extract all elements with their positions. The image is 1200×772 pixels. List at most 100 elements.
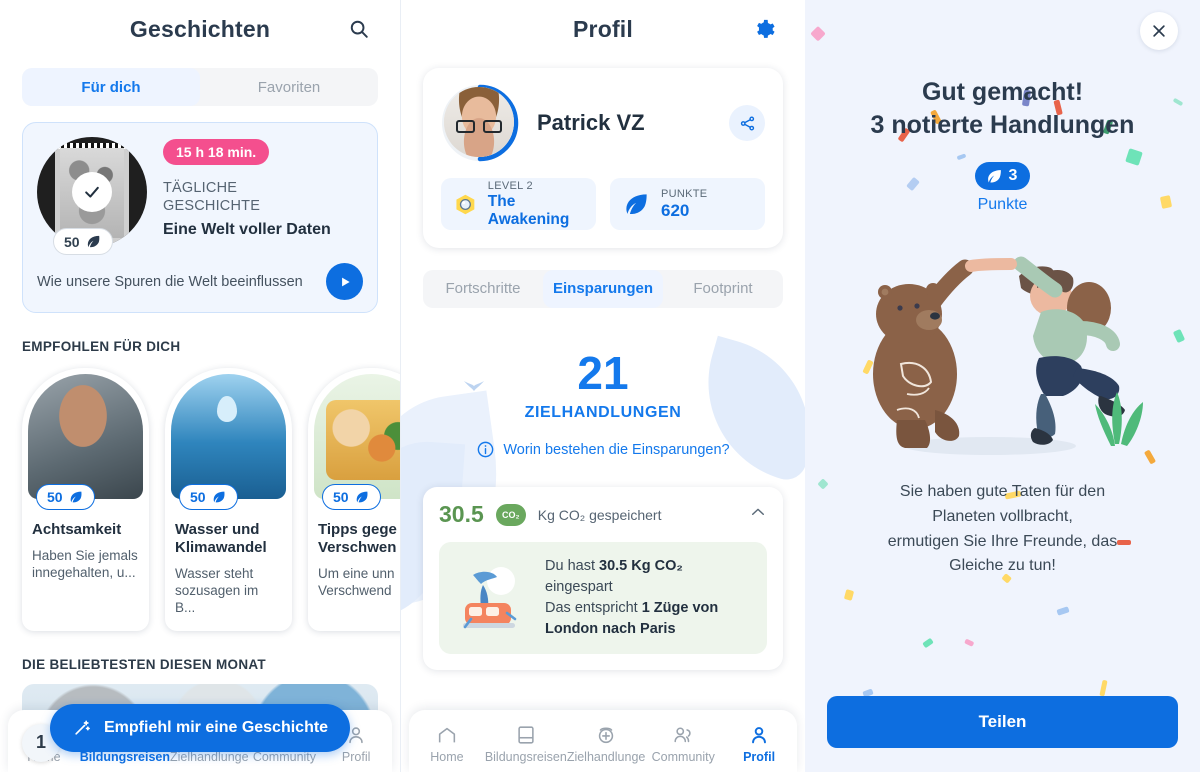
tab-bildungsreisen[interactable]: Bildungsreisen xyxy=(485,724,567,764)
co2-line2-pre: Das entspricht xyxy=(545,600,642,617)
daily-story-card[interactable]: 50 15 h 18 min. TÄGLICHE GESCHICHTE Eine… xyxy=(22,122,378,313)
co2-detail-line-1: Du hast 30.5 Kg CO₂ eingespart xyxy=(545,556,751,598)
page-title: Geschichten xyxy=(129,15,271,42)
savings-value: 21 xyxy=(577,347,629,399)
recommendation-points-value: 50 xyxy=(47,489,63,505)
tab-fuer-dich[interactable]: Für dich xyxy=(22,68,200,106)
tab-zielhandlungen-label: Zielhandlunge xyxy=(566,750,646,764)
recommendation-points-value: 50 xyxy=(333,489,349,505)
recommendation-desc: Wasser steht sozusagen im B... xyxy=(175,566,259,615)
co2-line1-bold: 30.5 Kg CO₂ xyxy=(599,558,683,574)
train-illustration xyxy=(455,561,531,635)
recommendation-title: Achtsamkeit xyxy=(32,521,122,538)
daily-story-bottom: Wie unsere Spuren die Welt beeinflussen xyxy=(37,263,363,300)
share-button[interactable]: Teilen xyxy=(827,696,1178,748)
tab-bildungsreisen-label: Bildungsreisen xyxy=(79,750,171,764)
story-points-badge: 50 xyxy=(53,228,113,255)
recommendation-image xyxy=(171,374,286,499)
leaf-icon xyxy=(626,193,647,214)
recommendation-points-badge: 50 xyxy=(322,484,381,510)
tab-community-label: Community xyxy=(651,750,715,764)
celebration-points-value: 3 xyxy=(1008,167,1018,184)
points-stat[interactable]: PUNKTE 620 xyxy=(610,178,765,230)
story-points-value: 50 xyxy=(64,233,80,250)
daily-story-thumbnail-wrap: 50 xyxy=(37,137,147,255)
story-subtitle: Wie unsere Spuren die Welt beeinflussen xyxy=(37,273,303,290)
celebration-title-line1: Gut gemacht! xyxy=(921,78,1084,106)
user-name: Patrick VZ xyxy=(537,110,645,135)
recommend-story-label: Empfiehl mir eine Geschichte xyxy=(104,718,329,736)
daily-story-meta: 15 h 18 min. TÄGLICHE GESCHICHTE Eine We… xyxy=(163,137,363,247)
celebration-points-label: Punkte xyxy=(977,196,1028,213)
celebration-body-text: Sie haben gute Taten für den Planeten vo… xyxy=(839,480,1166,579)
recommended-heading: EMPFOHLEN FÜR DICH xyxy=(22,339,181,354)
avatar-glasses xyxy=(456,120,502,133)
leaf-icon xyxy=(356,491,368,503)
chevron-up-icon[interactable] xyxy=(749,503,767,526)
leaf-icon xyxy=(87,235,99,248)
share-icon[interactable] xyxy=(729,105,765,141)
tab-fortschritte[interactable]: Fortschritte xyxy=(423,270,543,308)
tab-profil[interactable]: Profil xyxy=(721,724,797,764)
tab-favoriten[interactable]: Favoriten xyxy=(200,68,378,106)
co2-detail-text: Du hast 30.5 Kg CO₂ eingespart Das entsp… xyxy=(545,556,751,640)
celebration-panel: Gut gemacht! 3 notierte Handlungen 3 Pun… xyxy=(805,0,1200,772)
tab-home-label: Home xyxy=(430,750,464,764)
tab-community[interactable]: Community xyxy=(645,724,721,764)
person-icon xyxy=(752,727,766,744)
story-time-badge: 15 h 18 min. xyxy=(163,139,270,165)
recommend-story-button[interactable]: Empfiehl mir eine Geschichte xyxy=(50,703,351,752)
list-item[interactable]: 50 Tipps gege Verschwen Um eine unn Vers… xyxy=(308,368,400,631)
profile-identity-row: Patrick VZ xyxy=(441,84,765,162)
celebration-body-line1: Sie haben gute Taten für den xyxy=(899,483,1106,500)
level-stat[interactable]: LEVEL 2 The Awakening xyxy=(441,178,596,230)
leaf-icon xyxy=(70,491,82,503)
three-panel-screenshot: Geschichten Für dich Favoriten 50 15 h 1… xyxy=(0,0,1200,772)
stories-header: Geschichten xyxy=(0,0,400,58)
play-icon[interactable] xyxy=(326,263,363,300)
bottom-tab-bar-mid: Home Bildungsreisen Zielhandlunge Commun… xyxy=(409,710,797,772)
story-title: Eine Welt voller Daten xyxy=(163,221,331,239)
leaf-icon xyxy=(987,169,1001,182)
tab-bildungsreisen-label: Bildungsreisen xyxy=(484,750,567,764)
list-item[interactable]: 50 Achtsamkeit Haben Sie jemals innegeha… xyxy=(22,368,149,631)
profile-stats-row: LEVEL 2 The Awakening PUNKTE 620 xyxy=(441,178,765,230)
profile-tabs: Fortschritte Einsparungen Footprint xyxy=(423,270,783,308)
recommendation-title: Wasser und Klimawandel xyxy=(175,521,267,556)
home-icon xyxy=(438,727,456,743)
recommendation-image xyxy=(28,374,143,499)
level-stat-text: LEVEL 2 The Awakening xyxy=(488,180,583,229)
info-icon xyxy=(478,441,494,458)
points-stat-text: PUNKTE 620 xyxy=(661,188,707,221)
tab-footprint[interactable]: Footprint xyxy=(663,270,783,308)
celebration-body-line2: Planeten vollbracht, xyxy=(932,507,1073,525)
co2-value: 30.5 xyxy=(439,501,484,527)
recommendation-points-value: 50 xyxy=(190,489,206,505)
celebration-body-line4: Gleiche zu tun! xyxy=(949,557,1056,575)
close-icon[interactable] xyxy=(1140,12,1178,50)
savings-info-link[interactable]: Worin bestehen die Einsparungen? xyxy=(401,440,805,459)
people-icon xyxy=(674,727,691,743)
co2-header[interactable]: 30.5 CO₂ Kg CO₂ gespeichert xyxy=(439,501,767,528)
avatar xyxy=(444,87,514,157)
tab-einsparungen[interactable]: Einsparungen xyxy=(543,270,663,308)
story-kicker: TÄGLICHE GESCHICHTE xyxy=(163,179,363,215)
list-item[interactable]: 50 Wasser und Klimawandel Wasser steht s… xyxy=(165,368,292,631)
tab-home[interactable]: Home xyxy=(409,724,485,764)
search-icon[interactable] xyxy=(346,16,372,42)
recommended-row: 50 Achtsamkeit Haben Sie jemals innegeha… xyxy=(22,368,400,631)
tab-profil-label: Profil xyxy=(743,750,776,764)
profile-card: Patrick VZ LEVEL 2 The Awakening PUNKTE … xyxy=(423,68,783,248)
target-plus-icon xyxy=(598,727,614,744)
story-kicker-line1: TÄGLICHE xyxy=(163,180,238,196)
recommendation-desc: Um eine unn Verschwend xyxy=(318,566,395,598)
celebration-title: Gut gemacht! 3 notierte Handlungen xyxy=(831,76,1174,142)
profile-panel: Profil Patrick VZ LEVEL 2 The Awakening … xyxy=(400,0,805,772)
tab-zielhandlungen[interactable]: Zielhandlunge xyxy=(566,724,646,764)
points-value: 620 xyxy=(661,200,690,220)
stories-tabs: Für dich Favoriten xyxy=(22,68,378,106)
co2-line1-pre: Du hast xyxy=(545,558,599,574)
check-icon xyxy=(72,172,112,212)
magic-wand-icon xyxy=(75,720,90,735)
gear-icon[interactable] xyxy=(751,16,777,42)
